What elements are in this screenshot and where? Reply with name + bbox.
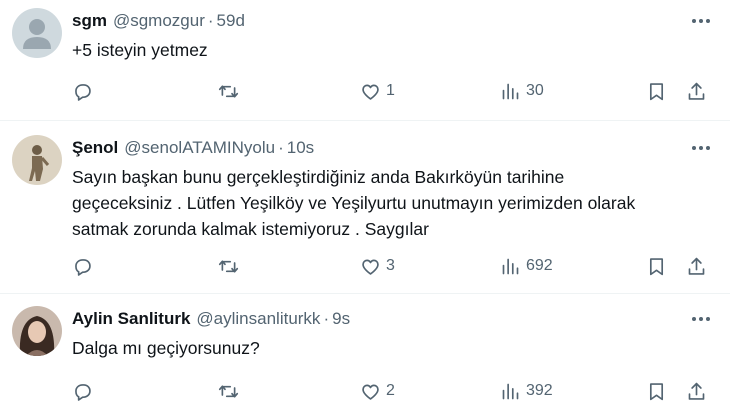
- separator-dot: ·: [207, 11, 214, 30]
- author-handle[interactable]: @senolATAMINyolu: [124, 138, 275, 158]
- tweet-time[interactable]: 59d: [217, 11, 245, 31]
- author-name[interactable]: Aylin Sanliturk: [72, 309, 190, 329]
- tweet-time[interactable]: 9s: [332, 309, 350, 329]
- share-icon: [688, 382, 705, 400]
- tweet-actions: 2 392: [72, 376, 716, 406]
- like-count: 2: [386, 382, 395, 399]
- separator-dot: ·: [323, 309, 330, 328]
- more-horizontal-icon[interactable]: [686, 8, 716, 34]
- tweet-header: Şenol @senolATAMINyolu · 10s: [72, 135, 716, 161]
- tweet-header: Aylin Sanliturk @aylinsanliturkk · 9s: [72, 306, 716, 332]
- views-icon: [502, 383, 519, 399]
- reply-button[interactable]: [72, 76, 93, 106]
- heart-icon: [362, 259, 379, 275]
- tweet-actions: 3 692: [72, 251, 716, 281]
- reply-button[interactable]: [72, 376, 93, 406]
- retweet-icon: [218, 384, 239, 398]
- heart-icon: [362, 384, 379, 400]
- reply-button[interactable]: [72, 251, 93, 281]
- views-icon: [502, 258, 519, 274]
- view-count: 692: [526, 257, 553, 274]
- like-button[interactable]: 2: [360, 376, 395, 406]
- author-handle[interactable]: @aylinsanliturkk: [196, 309, 320, 329]
- retweet-button[interactable]: [218, 376, 239, 406]
- bookmark-icon: [649, 82, 664, 100]
- share-icon: [688, 82, 705, 100]
- retweet-icon: [218, 259, 239, 273]
- share-button[interactable]: [686, 376, 707, 406]
- share-icon: [688, 257, 705, 275]
- view-count: 392: [526, 382, 553, 399]
- retweet-button[interactable]: [218, 76, 239, 106]
- retweet-icon: [218, 84, 239, 98]
- retweet-button[interactable]: [218, 251, 239, 281]
- tweet[interactable]: Şenol @senolATAMINyolu · 10s Sayın başka…: [0, 121, 730, 294]
- bookmark-button[interactable]: [646, 76, 667, 106]
- avatar[interactable]: [12, 135, 62, 185]
- views-icon: [502, 83, 519, 99]
- author-handle[interactable]: @sgmozgur: [113, 11, 205, 31]
- like-count: 1: [386, 82, 395, 99]
- bookmark-button[interactable]: [646, 376, 667, 406]
- author-name[interactable]: Şenol: [72, 138, 118, 158]
- share-button[interactable]: [686, 251, 707, 281]
- reply-icon: [75, 83, 91, 101]
- heart-icon: [362, 84, 379, 100]
- reply-icon: [75, 383, 91, 401]
- tweet-text: Sayın başkan bunu gerçekleştirdiğiniz an…: [72, 167, 636, 239]
- tweet[interactable]: Aylin Sanliturk @aylinsanliturkk · 9s Da…: [0, 294, 730, 420]
- avatar[interactable]: [12, 306, 62, 356]
- share-button[interactable]: [686, 76, 707, 106]
- tweet-header: sgm @sgmozgur · 59d: [72, 8, 716, 34]
- separator-dot: ·: [278, 138, 284, 157]
- views-button[interactable]: 30: [500, 76, 544, 106]
- author-name[interactable]: sgm: [72, 11, 107, 31]
- like-button[interactable]: 3: [360, 251, 395, 281]
- tweet-text: +5 isteyin yetmez: [72, 40, 208, 60]
- views-button[interactable]: 692: [500, 251, 553, 281]
- tweet[interactable]: sgm @sgmozgur · 59d +5 isteyin yetmez 1 …: [0, 0, 730, 121]
- bookmark-button[interactable]: [646, 251, 667, 281]
- like-button[interactable]: 1: [360, 76, 395, 106]
- tweet-time[interactable]: 10s: [287, 138, 314, 158]
- view-count: 30: [526, 82, 544, 99]
- more-horizontal-icon[interactable]: [686, 135, 716, 161]
- reply-icon: [75, 258, 91, 276]
- tweet-text: Dalga mı geçiyorsunuz?: [72, 338, 260, 358]
- more-horizontal-icon[interactable]: [686, 306, 716, 332]
- avatar-default[interactable]: [12, 8, 62, 58]
- like-count: 3: [386, 257, 395, 274]
- views-button[interactable]: 392: [500, 376, 553, 406]
- tweet-actions: 1 30: [72, 76, 716, 106]
- bookmark-icon: [649, 382, 664, 400]
- bookmark-icon: [649, 257, 664, 275]
